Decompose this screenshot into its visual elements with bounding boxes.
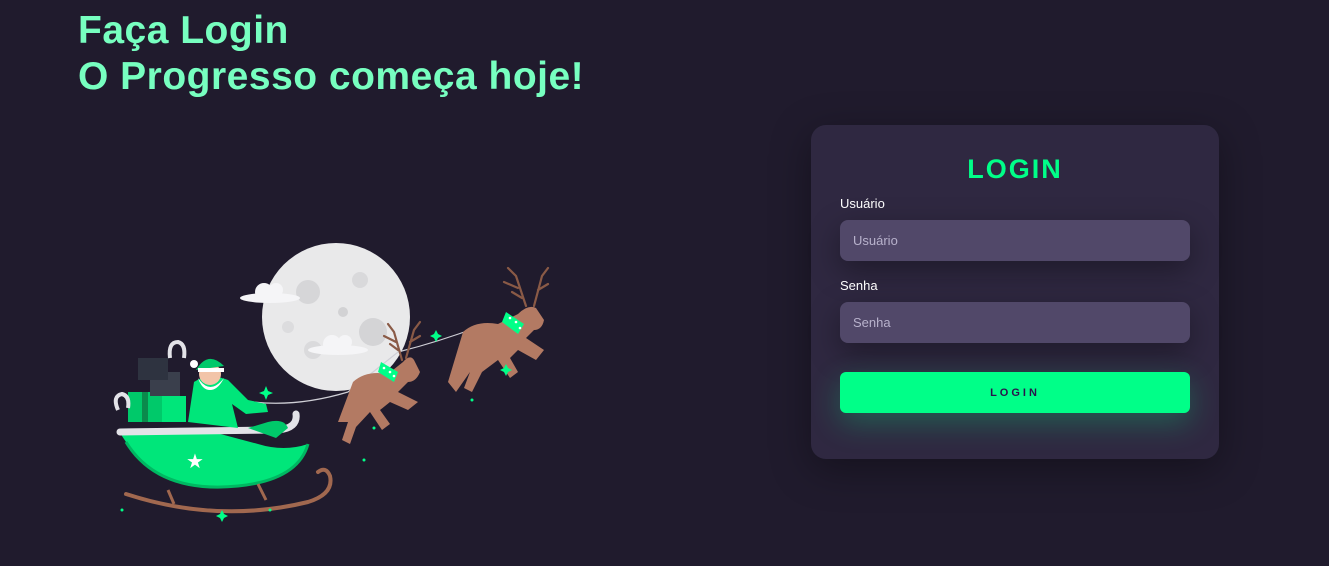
hero-subtitle: O Progresso começa hoje! bbox=[78, 55, 585, 98]
password-input[interactable] bbox=[840, 302, 1190, 343]
hero-headline: Faça Login O Progresso começa hoje! bbox=[78, 8, 584, 100]
username-label: Usuário bbox=[840, 196, 885, 211]
gift-box-icon bbox=[113, 339, 187, 422]
username-input[interactable] bbox=[840, 220, 1190, 261]
login-title: LOGIN bbox=[967, 154, 1063, 184]
reindeer-icon bbox=[448, 266, 550, 392]
password-label: Senha bbox=[840, 278, 878, 293]
santa-icon bbox=[188, 358, 288, 438]
login-button[interactable]: LOGIN bbox=[840, 372, 1190, 413]
login-page: Faça Login O Progresso começa hoje! ★ LO… bbox=[0, 0, 1329, 566]
login-card: LOGIN Usuário Senha LOGIN bbox=[811, 125, 1219, 459]
hero-title: Faça Login bbox=[78, 9, 289, 52]
svg-text:★: ★ bbox=[186, 449, 204, 473]
sleigh-icon: ★ bbox=[116, 410, 333, 514]
santa-sleigh-illustration: ★ bbox=[113, 243, 550, 522]
